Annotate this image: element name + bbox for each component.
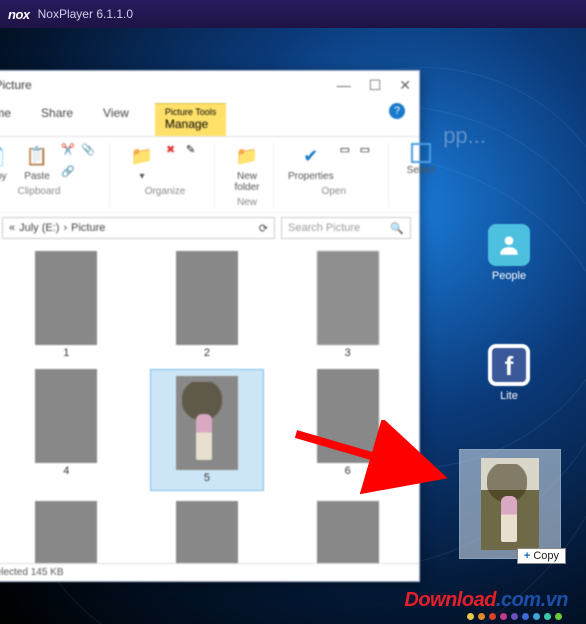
explorer-titlebar[interactable]: 📁 Picture — ☐ ✕ [0,71,419,99]
thumb-item[interactable]: 4 [9,369,124,491]
facebook-icon: f [488,344,530,386]
paste-button[interactable]: 📋Paste [19,143,55,182]
tab-share[interactable]: Share [37,103,77,136]
organize-mini-icons[interactable]: ✖✎ [166,143,206,182]
nox-window-title: NoxPlayer 6.1.1.0 [38,7,133,21]
maximize-button[interactable]: ☐ [369,77,382,94]
watermark: Download.com.vn [404,589,568,612]
breadcrumb[interactable]: « July (E:)› Picture ⟳ [2,217,275,239]
app-label: Lite [482,390,536,402]
nox-logo: nox [8,7,30,22]
ghost-thumbnail [481,458,539,550]
app-icon-lite[interactable]: f Lite [482,344,536,402]
properties-button[interactable]: ✔Properties [288,143,334,182]
open-mini-icons[interactable]: ▭▭ [340,143,380,182]
thumb-item[interactable]: 6 [290,369,405,491]
address-bar-row: ← ↑ « July (E:)› Picture ⟳ Search Pictur… [0,212,419,243]
search-input[interactable]: Search Picture 🔍 [281,217,411,239]
new-folder-button[interactable]: 📁New folder [229,143,265,193]
status-bar: item selected 145 KB [0,563,419,581]
tab-view[interactable]: View [99,103,133,136]
help-button[interactable]: ? [389,103,405,119]
minimize-button[interactable]: — [337,77,351,94]
window-title: Picture [0,78,32,92]
tab-home[interactable]: Home [0,103,15,136]
copy-button[interactable]: 📄Copy [0,143,13,182]
thumbnail-grid: 1 2 3 4 5 6 [0,243,419,563]
select-button[interactable]: Select [403,143,439,176]
app-icon-people[interactable]: People [482,224,536,282]
thumb-item[interactable]: 1 [9,251,124,359]
drag-ghost: + Copy [459,449,561,559]
thumb-item-selected[interactable]: 5 [150,369,265,491]
copy-badge: + Copy [517,548,566,564]
tab-picture-tools[interactable]: Picture Tools Manage [155,103,226,136]
people-icon [488,224,530,266]
ribbon-tabs: Home Share View Picture Tools Manage ? [0,99,419,137]
thumb-item[interactable] [9,501,124,563]
thumb-item[interactable]: 3 [290,251,405,359]
plus-icon: + [524,550,530,562]
close-button[interactable]: ✕ [399,77,411,94]
thumb-item[interactable] [150,501,265,563]
watermark-dots [467,613,562,620]
clipboard-mini-icons[interactable]: ✂️📎🔗 [61,143,101,182]
search-hint: pp... [443,123,486,149]
move-to-button[interactable]: 📁▾ [124,143,160,182]
search-icon: 🔍 [390,222,404,235]
thumb-item[interactable]: 2 [150,251,265,359]
app-label: People [482,270,536,282]
status-selection: item selected 145 KB [0,567,64,578]
nox-titlebar: nox NoxPlayer 6.1.1.0 [0,0,586,28]
thumb-item[interactable] [290,501,405,563]
file-explorer-window: 📁 Picture — ☐ ✕ Home Share View Picture … [0,70,420,582]
ribbon: 📄Copy 📋Paste ✂️📎🔗 Clipboard 📁▾ ✖✎ Organi… [0,137,419,212]
